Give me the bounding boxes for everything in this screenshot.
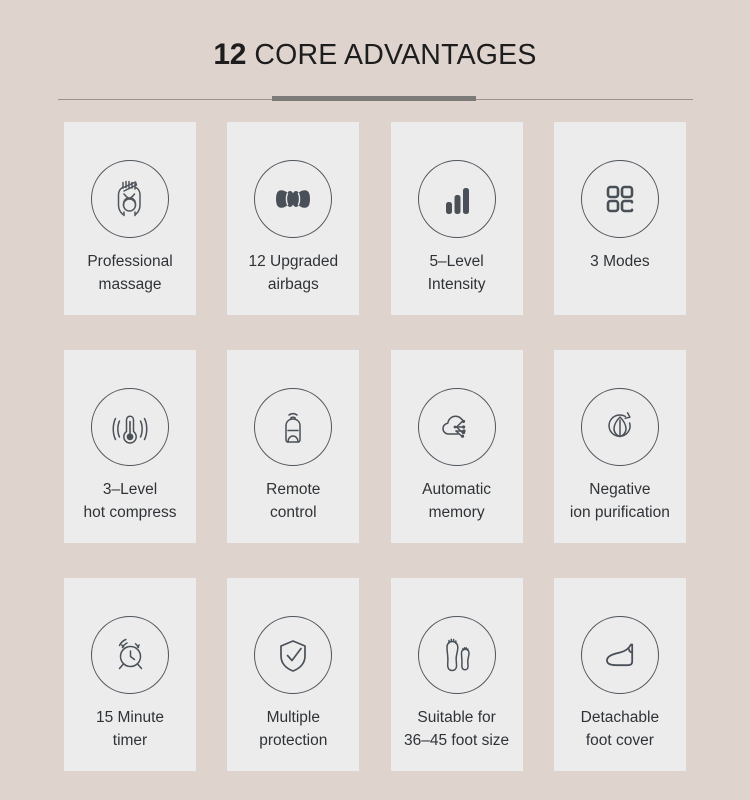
icon-container bbox=[91, 160, 169, 238]
advantage-label-line1: 3 Modes bbox=[590, 253, 650, 270]
title-divider bbox=[58, 96, 693, 104]
advantage-label: Suitable for 36–45 foot size bbox=[383, 706, 531, 752]
bar-levels-icon bbox=[417, 160, 496, 238]
remote-control-icon bbox=[254, 388, 333, 466]
advantage-card: 15 Minute timer bbox=[64, 578, 196, 771]
advantage-label-line1: Automatic bbox=[422, 481, 492, 498]
advantage-label-line1: 5–Level bbox=[429, 253, 484, 270]
divider-accent-bar bbox=[272, 96, 476, 101]
advantage-label: Automatic memory bbox=[383, 478, 531, 524]
icon-container bbox=[91, 616, 169, 694]
advantage-label-line1: Detachable bbox=[580, 709, 660, 726]
advantage-card: 3–Level hot compress bbox=[64, 350, 196, 543]
advantage-label-line1: Suitable for bbox=[417, 709, 496, 726]
advantage-label-line2: ion purification bbox=[569, 504, 670, 521]
icon-container bbox=[417, 616, 496, 694]
advantage-label-line1: 3–Level bbox=[102, 481, 158, 498]
footprints-icon bbox=[417, 616, 496, 694]
advantage-label: Professional massage bbox=[56, 250, 204, 296]
thermometer-heat-icon bbox=[91, 388, 169, 466]
advantage-label: Detachable foot cover bbox=[546, 706, 694, 752]
advantage-label: Negative ion purification bbox=[546, 478, 694, 524]
advantage-label: 3–Level hot compress bbox=[56, 478, 204, 524]
advantage-label-line2: massage bbox=[98, 276, 162, 293]
icon-container bbox=[417, 160, 496, 238]
advantage-card: Negative ion purification bbox=[553, 350, 686, 543]
advantage-label-line2: control bbox=[270, 504, 317, 521]
advantage-card: Suitable for 36–45 foot size bbox=[390, 578, 523, 771]
advantage-label-line1: Multiple bbox=[266, 709, 320, 726]
airbags-icon bbox=[254, 160, 333, 238]
advantage-label-line2: 36–45 foot size bbox=[404, 732, 510, 749]
advantages-page: 12 CORE ADVANTAGES Professional massage … bbox=[0, 0, 750, 800]
page-title-number: 12 bbox=[213, 38, 247, 71]
advantage-label-line1: Remote bbox=[266, 481, 321, 498]
advantages-grid: Professional massage 12 Upgraded airbags… bbox=[64, 122, 686, 771]
advantage-label-line1: Negative bbox=[589, 481, 651, 498]
icon-container bbox=[254, 616, 333, 694]
advantage-card: Professional massage bbox=[64, 122, 196, 315]
massage-hands-icon bbox=[91, 160, 169, 238]
cloud-memory-icon bbox=[417, 388, 496, 466]
advantage-card: Multiple protection bbox=[227, 578, 360, 771]
advantage-label: Remote control bbox=[219, 478, 367, 524]
advantage-label-line2: Intensity bbox=[427, 276, 486, 293]
icon-container bbox=[417, 388, 496, 466]
advantage-label: 15 Minute timer bbox=[56, 706, 204, 752]
advantage-label: Multiple protection bbox=[219, 706, 367, 752]
advantage-card: 3 Modes bbox=[553, 122, 686, 315]
icon-container bbox=[254, 160, 333, 238]
alarm-clock-icon bbox=[91, 616, 169, 694]
advantage-card: 5–Level Intensity bbox=[390, 122, 523, 315]
icon-container bbox=[580, 160, 659, 238]
advantage-label: 5–Level Intensity bbox=[383, 250, 531, 296]
advantage-label: 12 Upgraded airbags bbox=[219, 250, 367, 296]
advantage-label-line2: timer bbox=[112, 732, 148, 749]
icon-container bbox=[580, 616, 659, 694]
advantage-label-line2: hot compress bbox=[83, 504, 177, 521]
advantage-label-line1: Professional bbox=[87, 253, 173, 270]
advantage-card: Automatic memory bbox=[390, 350, 523, 543]
page-header: 12 CORE ADVANTAGES bbox=[0, 0, 750, 112]
icon-container bbox=[91, 388, 169, 466]
advantage-card: Detachable foot cover bbox=[553, 578, 686, 771]
page-title-text: CORE ADVANTAGES bbox=[246, 39, 537, 71]
advantage-card: 12 Upgraded airbags bbox=[227, 122, 360, 315]
icon-container bbox=[580, 388, 659, 466]
leaf-ion-icon bbox=[580, 388, 659, 466]
grid-modes-icon bbox=[580, 160, 659, 238]
advantage-label-line1: 12 Upgraded bbox=[248, 253, 339, 270]
advantage-card: Remote control bbox=[227, 350, 360, 543]
advantage-label-line2: protection bbox=[259, 732, 328, 749]
advantage-label-line1: 15 Minute bbox=[95, 709, 165, 726]
page-title: 12 CORE ADVANTAGES bbox=[0, 38, 750, 72]
shield-check-icon bbox=[254, 616, 333, 694]
advantage-label-line2: airbags bbox=[267, 276, 319, 293]
advantage-label: 3 Modes bbox=[546, 250, 694, 273]
advantage-label-line2: foot cover bbox=[585, 732, 654, 749]
foot-cover-icon bbox=[580, 616, 659, 694]
icon-container bbox=[254, 388, 333, 466]
advantage-label-line2: memory bbox=[428, 504, 485, 521]
